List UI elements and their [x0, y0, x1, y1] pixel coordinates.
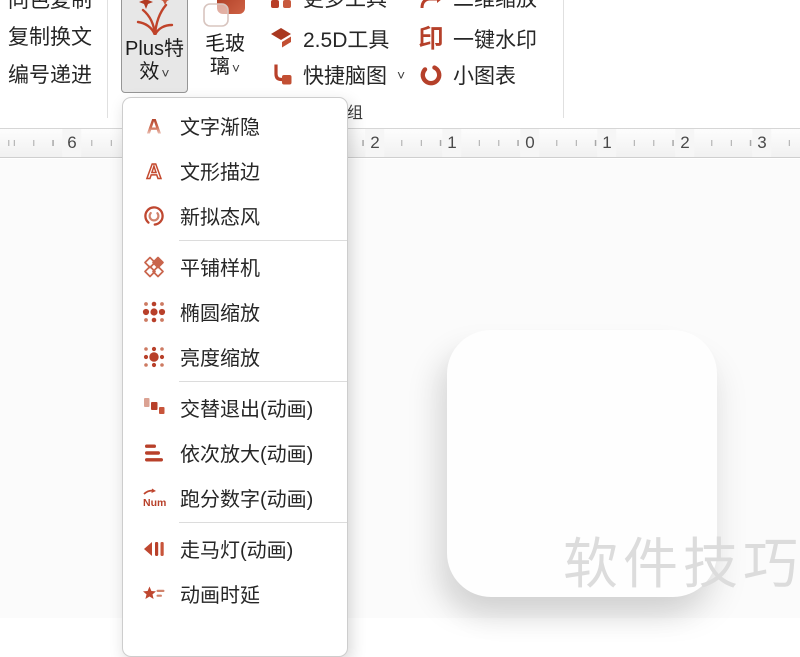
- cube-2-5d-icon: [268, 26, 294, 52]
- menu-item-brightness-zoom[interactable]: 亮度缩放: [123, 334, 347, 379]
- menu-item-label: 文字渐隐: [180, 117, 260, 139]
- ruler-label: 0: [520, 129, 540, 157]
- zoom-2d-icon: [418, 0, 444, 11]
- marquee-icon: [140, 535, 167, 562]
- chevron-down-icon: ˅: [161, 65, 170, 81]
- ruler-label: 2: [675, 129, 695, 157]
- copy-replace-text-label: 复制换文: [8, 26, 92, 49]
- animation-delay-icon: [140, 580, 167, 607]
- running-number-icon: Num: [140, 484, 167, 511]
- menu-item-label: 平铺样机: [180, 258, 260, 280]
- ruler-label: 2: [365, 129, 385, 157]
- svg-text:A: A: [146, 115, 161, 138]
- yin-glyph: 印: [418, 25, 444, 53]
- menu-item-label: 依次放大(动画): [180, 444, 314, 466]
- more-tools-label: 更多工具: [303, 0, 387, 13]
- quick-mindmap-label: 快捷脑图: [303, 65, 387, 88]
- ribbon-group-label: 组: [347, 105, 364, 122]
- one-key-watermark-button[interactable]: 印 一键水印: [418, 25, 537, 53]
- plus-effects-button[interactable]: Plus特 效 ˅: [121, 0, 188, 93]
- number-progression-label: 编号递进: [8, 64, 92, 87]
- menu-item-neumorphism[interactable]: 新拟态风: [123, 193, 347, 238]
- ruler-label: 1: [597, 129, 617, 157]
- zoom-2d-label: 二维缩放: [453, 0, 537, 13]
- menu-item-marquee[interactable]: 走马灯(动画): [123, 526, 347, 571]
- menu-item-running-number[interactable]: Num 跑分数字(动画): [123, 475, 347, 520]
- menu-item-sequential-enlarge[interactable]: 依次放大(动画): [123, 430, 347, 475]
- fireworks-icon: [134, 0, 176, 38]
- svg-text:A: A: [146, 160, 161, 183]
- frosted-glass-label-line1: 毛玻: [205, 33, 245, 55]
- plus-effects-label-line1: Plus特: [125, 38, 184, 60]
- same-color-copy-button[interactable]: 同色复制: [8, 0, 92, 15]
- menu-item-alternate-exit[interactable]: 交替退出(动画): [123, 385, 347, 430]
- text-outline-icon: A: [140, 157, 167, 184]
- brightness-zoom-icon: [140, 343, 167, 370]
- menu-item-label: 走马灯(动画): [180, 540, 294, 562]
- menu-item-label: 新拟态风: [180, 207, 260, 229]
- tool-2-5d-label: 2.5D工具: [303, 29, 390, 52]
- sequential-enlarge-icon: [140, 439, 167, 466]
- mindmap-icon: [268, 62, 294, 88]
- small-chart-label: 小图表: [453, 65, 516, 88]
- watermark-stamp-icon: 印: [418, 26, 444, 52]
- frosted-glass-button[interactable]: 毛玻 璃 ˅: [193, 0, 257, 93]
- tile-mockup-icon: [140, 253, 167, 280]
- alternate-exit-icon: [140, 394, 167, 421]
- watermark-text: 软件技巧: [563, 533, 800, 595]
- plus-effects-label-line2: 效: [139, 61, 160, 83]
- more-tools-icon: [268, 0, 294, 11]
- more-tools-button[interactable]: 更多工具: [268, 0, 387, 12]
- menu-item-tile-mockup[interactable]: 平铺样机: [123, 244, 347, 289]
- slide-canvas[interactable]: 软件技巧: [0, 159, 800, 618]
- frosted-glass-icon: [202, 0, 248, 33]
- menu-item-label: 椭圆缩放: [180, 303, 260, 325]
- ruler-label: 1: [442, 129, 462, 157]
- menu-separator: [179, 381, 347, 382]
- one-key-watermark-label: 一键水印: [453, 29, 537, 52]
- ellipse-zoom-icon: [140, 298, 167, 325]
- tool-2-5d-button[interactable]: 2.5D工具: [268, 25, 389, 53]
- menu-item-label: 交替退出(动画): [180, 399, 314, 421]
- menu-item-label: 亮度缩放: [180, 348, 260, 370]
- menu-item-text-outline[interactable]: A 文形描边: [123, 148, 347, 193]
- menu-item-animation-delay[interactable]: 动画时延: [123, 571, 347, 616]
- menu-item-label: 动画时延: [180, 585, 260, 607]
- small-chart-button[interactable]: 小图表: [418, 61, 516, 89]
- zoom-2d-button[interactable]: 二维缩放: [418, 0, 537, 12]
- menu-separator: [179, 240, 347, 241]
- svg-text:Num: Num: [143, 497, 166, 509]
- ruler-label: 3: [752, 129, 772, 157]
- neumorphism-icon: [140, 202, 167, 229]
- chevron-down-icon: ˅: [231, 60, 241, 76]
- menu-item-text-fade[interactable]: A 文字渐隐: [123, 103, 347, 148]
- plus-effects-dropdown-menu: A 文字渐隐 A 文形描边 新拟态风 平铺样机 椭圆缩放 亮度缩放 交替退出(动…: [122, 97, 348, 657]
- quick-mindmap-button[interactable]: 快捷脑图 ˅: [268, 61, 405, 89]
- same-color-copy-label: 同色复制: [8, 0, 92, 12]
- ribbon-separator: [107, 0, 108, 118]
- menu-item-ellipse-zoom[interactable]: 椭圆缩放: [123, 289, 347, 334]
- frosted-glass-label-line2: 璃: [209, 56, 230, 78]
- ribbon: 同色复制 复制换文 编号递进 Plus特 效 ˅ 毛玻 璃 ˅ 2.5D工具 快…: [0, 0, 800, 128]
- menu-item-label: 跑分数字(动画): [180, 489, 314, 511]
- horizontal-ruler: 6 2 1 0 1 2 3: [0, 128, 800, 158]
- number-progression-button[interactable]: 编号递进: [8, 62, 92, 90]
- menu-separator: [179, 522, 347, 523]
- chevron-down-icon: ˅: [397, 67, 406, 83]
- text-fade-icon: A: [140, 112, 167, 139]
- donut-chart-icon: [418, 62, 444, 88]
- ruler-label: 6: [62, 129, 82, 157]
- ribbon-separator: [563, 0, 564, 118]
- menu-item-label: 文形描边: [180, 162, 260, 184]
- copy-replace-text-button[interactable]: 复制换文: [8, 24, 92, 52]
